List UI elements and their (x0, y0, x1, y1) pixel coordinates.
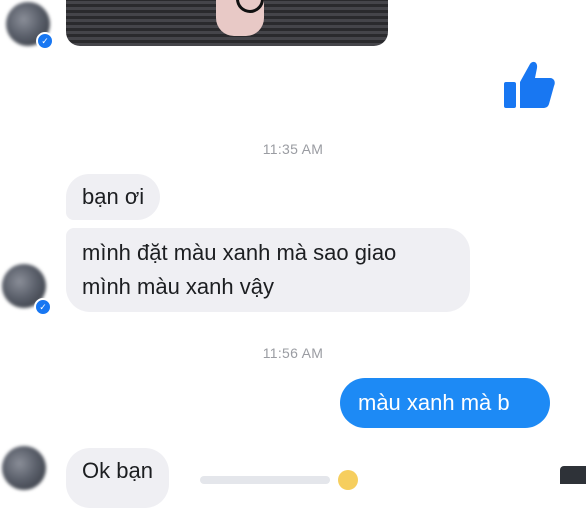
incoming-message[interactable]: mình đặt màu xanh mà sao giao mình màu x… (66, 228, 470, 312)
like-thumb-icon[interactable] (502, 58, 556, 112)
incoming-message[interactable]: bạn ơi (66, 174, 161, 220)
incoming-message[interactable]: Ok bạn (66, 448, 169, 508)
outgoing-message[interactable]: màu xanh mà b (340, 378, 550, 428)
timestamp: 11:35 AM (262, 141, 324, 157)
message-line: mình đặt màu xanh mà sao giao (82, 240, 397, 265)
avatar[interactable] (2, 446, 46, 490)
timestamp: 11:56 AM (262, 345, 324, 361)
reaction-emoji-icon[interactable] (338, 470, 358, 490)
message-line: mình màu xanh vậy (82, 274, 274, 299)
verified-badge-icon: ✓ (34, 298, 52, 316)
reaction-bar (200, 476, 330, 484)
corner-avatar (560, 466, 586, 484)
shared-photo[interactable] (66, 0, 388, 46)
verified-badge-icon: ✓ (36, 32, 54, 50)
